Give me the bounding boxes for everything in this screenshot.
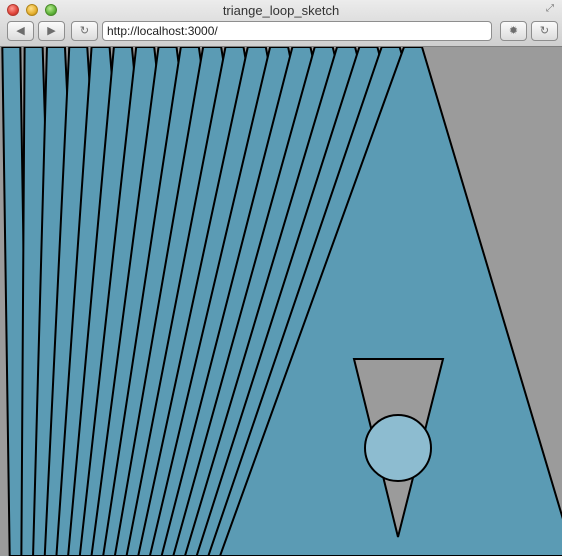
browser-toolbar: triange_loop_sketch ⤢ ◀ ▶ ↻ http://local…	[0, 0, 562, 47]
url-text: http://localhost:3000/	[107, 24, 218, 38]
reload-button[interactable]: ↻	[71, 21, 98, 41]
center-circle	[364, 414, 432, 482]
reload-icon: ↻	[79, 25, 90, 37]
sketch-svg	[0, 47, 562, 556]
back-button[interactable]: ◀	[7, 21, 34, 41]
window-title: triange_loop_sketch	[222, 3, 340, 18]
address-bar[interactable]: http://localhost:3000/	[102, 21, 492, 41]
refresh-button[interactable]: ↻	[531, 21, 558, 41]
forward-button[interactable]: ▶	[38, 21, 65, 41]
sketch-canvas[interactable]	[0, 47, 562, 556]
fullscreen-icon[interactable]: ⤢	[544, 3, 556, 15]
reload-icon: ↻	[539, 25, 550, 37]
back-arrow-icon: ◀	[16, 25, 25, 37]
browser-window: triange_loop_sketch ⤢ ◀ ▶ ↻ http://local…	[0, 0, 562, 556]
forward-arrow-icon: ▶	[47, 25, 56, 37]
settings-button[interactable]: ✹	[500, 21, 527, 41]
gear-icon: ✹	[508, 25, 519, 37]
